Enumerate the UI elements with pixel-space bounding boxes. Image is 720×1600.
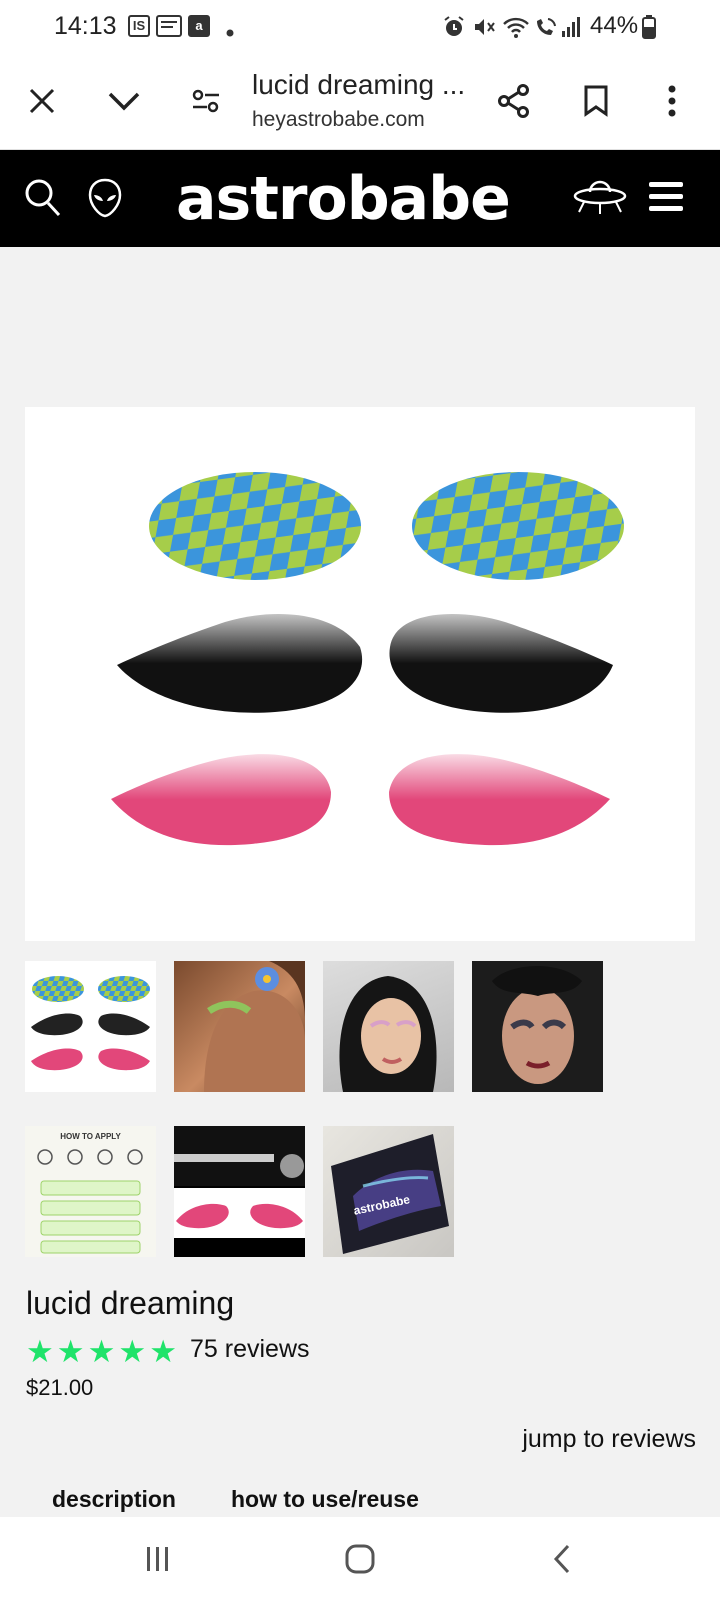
chat-notification-icon [156, 15, 182, 37]
thumbnail-product[interactable] [25, 961, 156, 1092]
battery-icon [642, 15, 656, 39]
browser-toolbar: lucid dreaming ... heyastrobabe.com [0, 55, 720, 150]
share-button[interactable] [490, 77, 538, 125]
search-button[interactable] [24, 178, 62, 223]
jump-to-reviews-link[interactable]: jump to reviews [522, 1425, 696, 1454]
tab-description[interactable]: description [52, 1486, 176, 1513]
tune-icon [192, 89, 219, 113]
star-rating[interactable]: ★ ★ ★ ★ ★ [26, 1336, 177, 1367]
pink-liner-right [389, 754, 610, 846]
alarm-icon [442, 15, 466, 37]
ufo-button[interactable] [572, 174, 628, 223]
close-icon [29, 88, 55, 114]
star-icon: ★ [118, 1334, 147, 1369]
site-header: astrobabe [0, 150, 720, 247]
dot-icon [226, 24, 234, 46]
star-icon: ★ [26, 1334, 54, 1369]
how-to-apply-heading: HOW TO APPLY [60, 1132, 121, 1141]
bookmark-button[interactable] [572, 77, 620, 125]
battery-percent: 44% [590, 12, 639, 39]
black-liner-right [389, 614, 613, 713]
ufo-icon [573, 180, 627, 214]
system-nav-bar [0, 1517, 720, 1600]
more-options-button[interactable] [648, 77, 696, 125]
wifi-icon [502, 15, 530, 38]
product-tabs: description how to use/reuse [0, 1480, 720, 1516]
thumbnail-model-profile[interactable] [174, 961, 305, 1092]
search-icon [25, 179, 61, 217]
signal-icon [561, 15, 583, 37]
tab-how-to-use[interactable]: how to use/reuse [231, 1486, 419, 1513]
page-url[interactable]: heyastrobabe.com [252, 108, 425, 132]
home-icon [345, 1544, 375, 1574]
mute-icon [472, 15, 496, 37]
recent-apps-button[interactable] [134, 1535, 182, 1583]
home-button[interactable] [336, 1535, 384, 1583]
more-vert-icon [668, 85, 676, 117]
thumbnail-model-closeup[interactable] [472, 961, 603, 1092]
pink-liner-left [111, 754, 331, 846]
hamburger-menu-icon [649, 182, 683, 211]
chevron-down-icon [108, 92, 140, 111]
checker-eye-patch-right [412, 472, 624, 580]
page-title[interactable]: lucid dreaming ... [252, 69, 465, 101]
product-title: lucid dreaming [26, 1285, 235, 1321]
minimize-button[interactable] [100, 77, 148, 125]
bookmark-icon [584, 85, 608, 117]
notification-is-icon: IS [128, 15, 150, 37]
thumbnail-model-portrait[interactable] [323, 961, 454, 1092]
recent-apps-icon [147, 1547, 168, 1571]
star-icon: ★ [149, 1334, 177, 1369]
site-settings-button[interactable] [182, 77, 230, 125]
close-tab-button[interactable] [18, 77, 66, 125]
share-icon [498, 84, 529, 118]
black-liner-left [117, 614, 363, 713]
star-icon: ★ [87, 1334, 116, 1369]
review-count-link[interactable]: 75 reviews [190, 1335, 310, 1364]
back-button[interactable] [538, 1535, 586, 1583]
thumbnail-packaging[interactable]: astrobabe [323, 1126, 454, 1257]
menu-button[interactable] [648, 180, 684, 219]
notification-a-icon: a [188, 15, 210, 37]
alien-icon [88, 178, 122, 218]
wifi-call-icon [533, 15, 559, 37]
account-button[interactable] [88, 178, 122, 223]
thumbnail-applicator[interactable] [174, 1126, 305, 1257]
checker-eye-patch-left [149, 472, 361, 580]
site-logo[interactable]: astrobabe [176, 164, 511, 234]
status-time: 14:13 [54, 12, 117, 40]
product-main-image[interactable] [25, 407, 695, 941]
back-icon [553, 1544, 570, 1574]
star-icon: ★ [56, 1334, 85, 1369]
product-price: $21.00 [26, 1375, 94, 1400]
thumbnail-how-to-apply[interactable]: HOW TO APPLY [25, 1126, 156, 1257]
status-bar: 14:13 IS a 44% [0, 0, 720, 55]
